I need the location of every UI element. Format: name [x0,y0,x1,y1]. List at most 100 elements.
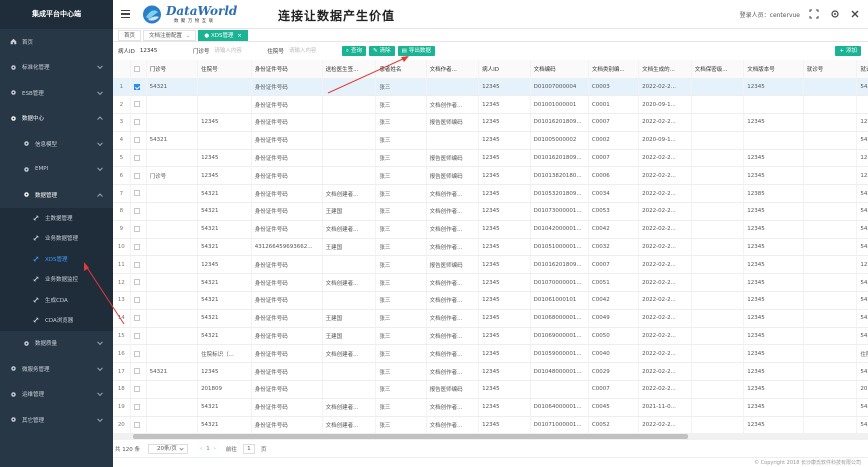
close-icon[interactable] [850,9,860,19]
tab-home[interactable]: 首页 [118,29,142,41]
sidebar-item-data-quality[interactable]: 数据质量 [0,331,113,357]
row-checkbox[interactable] [133,403,140,410]
column-header[interactable]: 文档作者... [426,60,480,79]
table-row[interactable]: 6 门诊号 12345 身份证件号码 张三 报告医师编码 12345 D01013820180… [113,166,868,186]
table-row[interactable]: 1 54321 身份证件号码 张三 12345 D01007000004 C0003 2022… [113,78,868,97]
table-row[interactable]: 9 54321 身份证件号码 文档创建者... 张三 文档创作者... 12345 D0104… [113,220,868,239]
table-row[interactable]: 2 身份证件号码 张三 文档创作者... 12345 D01001000001 C0001 2… [113,95,868,115]
row-checkbox[interactable] [133,368,140,375]
table-row[interactable]: 8 54321 身份证件号码 王建国 张三 文档创作者... 12345 D010730000… [113,202,868,221]
column-header[interactable]: 就诊流水号 [856,60,868,79]
row-checkbox-cell[interactable] [130,362,147,382]
table-row[interactable]: 15 54321 身份证件号码 王建国 张三 文档创作者... 12345 D01069000… [113,327,868,346]
column-header[interactable]: 文档编码 [530,60,589,79]
column-header[interactable]: 门诊号 [146,60,199,79]
table-row[interactable]: 11 12345 身份证件号码 张三 报告医师编码 12345 D01016201809..… [113,255,868,275]
row-checkbox[interactable] [133,315,140,321]
table-row[interactable]: 7 54321 身份证件号码 文档创建者... 张三 文档创作者... 12345 D0105… [113,184,868,204]
prev-page-icon[interactable]: ‹ [200,446,202,452]
column-header[interactable]: 送检医生签... [322,60,377,79]
page-number-current[interactable]: 1 [206,446,210,452]
row-checkbox-cell[interactable] [130,220,147,239]
patient-id-input[interactable] [137,46,183,56]
table-row[interactable]: 4 54321 身份证件号码 张三 12345 D01005000002 C0002 2020… [113,131,868,150]
row-checkbox[interactable] [133,332,140,339]
checkbox[interactable] [133,65,140,72]
clear-button[interactable]: ✎ 清除 [369,46,395,56]
add-button[interactable]: + 添加 [835,46,861,56]
column-header[interactable]: 文档版本号 [743,60,804,79]
page-size-select[interactable]: 20条/页 [148,444,188,454]
row-checkbox[interactable] [133,83,140,90]
row-checkbox[interactable] [133,297,140,304]
tab-close-icon[interactable]: × [237,33,242,39]
row-checkbox[interactable] [133,350,140,357]
table-row[interactable]: 19 54321 身份证件号码 文档创建者... 张三 文档创作者... 12345 D010… [113,398,868,417]
tab-doc-register[interactable]: 文档注册配置 ⌄ [143,29,197,41]
row-checkbox-cell[interactable] [130,327,147,346]
row-checkbox-cell[interactable] [130,202,147,221]
table-row[interactable]: 20 54321 身份证件号码 文档创建者... 张三 文档创作者... 12345 D010… [113,416,868,433]
row-checkbox-cell[interactable] [130,131,147,150]
row-checkbox[interactable] [133,421,140,428]
select-all-checkbox[interactable] [130,60,147,79]
sidebar-item-data-center[interactable]: 数据中心 [0,106,113,132]
settings-icon[interactable] [830,9,840,19]
sidebar-item-data-mgmt[interactable]: 数据管理 [0,182,113,208]
sidebar-item-master-data[interactable]: 主数据管理 [0,207,113,228]
row-checkbox-cell[interactable] [130,238,147,257]
query-button[interactable]: ⌕ 查询 [341,46,366,56]
row-checkbox-cell[interactable] [130,184,147,204]
row-checkbox-cell[interactable] [130,309,147,328]
row-checkbox[interactable] [133,172,140,179]
sidebar-item-other[interactable]: 其它管理 [0,407,113,433]
row-checkbox[interactable] [133,101,140,108]
column-header[interactable]: 病人ID [478,60,531,79]
tab-xds[interactable]: ● XDS管理 × [198,29,248,41]
column-header[interactable]: 就诊号 [803,60,858,79]
table-row[interactable]: 17 54321 12345 身份证件号码 张三 文档创作者... 12345 D010480… [113,362,868,382]
row-checkbox-cell[interactable] [130,344,147,364]
column-header[interactable]: 文档生成的... [638,60,692,79]
sidebar-item-esb[interactable]: ESB管理 [0,80,113,106]
column-header[interactable]: 身份证件号码 [251,60,323,79]
row-checkbox[interactable] [133,261,140,268]
row-checkbox-cell[interactable] [130,166,147,186]
row-checkbox[interactable] [133,226,140,233]
export-button[interactable]: ▤ 导出数据 [397,46,435,56]
row-checkbox-cell[interactable] [130,113,147,132]
row-checkbox-cell[interactable] [130,255,147,275]
table-row[interactable]: 16 住院标识（... 身份证件号码 文档创建者... 张三 文档创作者... 12345 D… [113,344,868,364]
sidebar-item-standard[interactable]: 标准化管理 [0,55,113,81]
table-row[interactable]: 18 201809 身份证件号码 张三 报告医师编码 12345 C0007 2022-02-… [113,380,868,399]
row-checkbox-cell[interactable] [130,398,147,417]
sidebar-item-info-model[interactable]: 信息模型 [0,131,113,157]
column-header[interactable]: 文档保密级... [691,60,745,79]
row-checkbox-cell[interactable] [130,273,147,293]
row-checkbox-cell[interactable] [130,149,147,168]
column-header[interactable]: 住院号 [197,60,252,79]
row-checkbox-cell[interactable] [130,95,147,115]
row-checkbox-cell[interactable] [130,291,147,310]
horizontal-scrollbar[interactable] [113,433,868,440]
table-row[interactable]: 10 54321 431266459693662... 王建国 张三 文档创作者... 12… [113,238,868,257]
menu-toggle-icon[interactable] [121,10,130,18]
sidebar-item-data-monitor[interactable]: 业务数据监控 [0,269,113,290]
sidebar-item-ops[interactable]: 运维管理 [0,382,113,408]
row-checkbox[interactable] [133,208,140,215]
row-checkbox-cell[interactable] [130,416,147,433]
row-checkbox-cell[interactable] [130,380,147,399]
row-checkbox[interactable] [133,154,140,161]
row-checkbox[interactable] [133,119,140,126]
row-checkbox[interactable] [133,190,140,197]
table-row[interactable]: 5 12345 身份证件号码 张三 报告医师编码 12345 D01016201809...… [113,149,868,168]
scrollbar-thumb[interactable] [133,434,688,439]
clinic-input[interactable] [212,46,258,56]
row-checkbox-cell[interactable] [130,78,147,97]
table-row[interactable]: 13 54321 身份证件号码 张三 文档创作者... 12345 D01061000101… [113,291,868,310]
next-page-icon[interactable]: › [214,446,216,452]
row-checkbox[interactable] [133,279,140,286]
goto-page-input[interactable]: 1 [242,444,255,454]
sidebar-item-microservice[interactable]: 微服务管理 [0,356,113,382]
sidebar-item-cda-browser[interactable]: CDA浏览器 [0,310,113,331]
